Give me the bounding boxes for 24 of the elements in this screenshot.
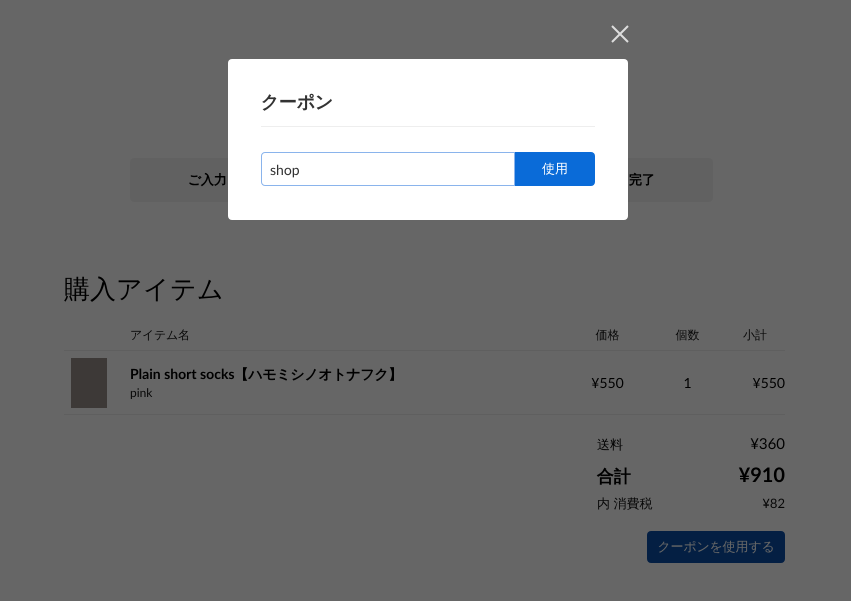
total-value: ¥910 [738, 462, 785, 488]
use-coupon-button[interactable]: クーポンを使用する [647, 531, 785, 563]
product-variant: pink [130, 384, 154, 402]
column-header: 小計 [742, 326, 768, 344]
total-label: 合計 [597, 464, 631, 488]
column-header: アイテム名 [130, 326, 191, 344]
shipping-label: 送料 [597, 435, 623, 454]
tax-value: ¥82 [762, 494, 785, 512]
step-label: ご入力 [188, 170, 227, 190]
coupon-input-field[interactable]: shop [261, 152, 515, 186]
column-header: 価格 [594, 326, 620, 344]
dialog-title: クーポン [261, 89, 334, 113]
tax-label: 内 消費税 [597, 494, 652, 512]
apply-button[interactable]: 使用 [515, 152, 595, 186]
quantity-cell-text: 1 [682, 373, 693, 393]
shipping-value: ¥360 [750, 434, 785, 455]
price-cell-text: ¥550 [590, 373, 625, 393]
section-title: 購入アイテム [64, 272, 225, 304]
product-photo-placeholder [71, 358, 107, 408]
close-icon[interactable] [610, 24, 630, 44]
product-name: Plain short socks【ハモミシノオトナフク】 [130, 364, 404, 384]
subtotal-cell-text: ¥550 [752, 373, 785, 393]
step-label: 完了 [629, 170, 655, 190]
column-header: 個数 [674, 326, 700, 344]
